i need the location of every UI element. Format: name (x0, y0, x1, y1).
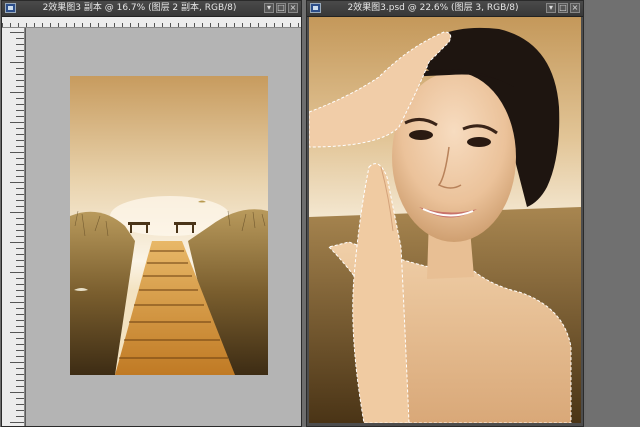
ruler-tick (16, 308, 24, 309)
ruler-tick (10, 242, 24, 243)
ruler-tick (10, 62, 24, 63)
ruler-tick (10, 182, 24, 183)
ruler-tick (16, 104, 24, 105)
ruler-tick (16, 338, 24, 339)
ruler-tick (16, 404, 24, 405)
ruler-tick (10, 332, 24, 333)
close-button[interactable]: × (288, 3, 298, 13)
canvas-area[interactable] (26, 28, 301, 426)
ruler-tick (16, 254, 24, 255)
ruler-tick (16, 188, 24, 189)
horizontal-ruler[interactable] (2, 17, 301, 28)
ruler-tick (16, 350, 24, 351)
minimize-button[interactable]: ▾ (546, 3, 556, 13)
ruler-tick (10, 392, 24, 393)
ruler-tick (10, 32, 24, 33)
ruler-tick (16, 218, 24, 219)
title-bar[interactable]: 2效果图3 副本 @ 16.7% (图层 2 副本, RGB/8) ▾ □ × (2, 1, 301, 17)
ruler-tick (16, 314, 24, 315)
ruler-tick (16, 344, 24, 345)
ruler-tick (16, 380, 24, 381)
ruler-tick (16, 278, 24, 279)
ruler-tick (16, 374, 24, 375)
ruler-tick (10, 422, 24, 423)
ruler-tick (16, 80, 24, 81)
window-title: 2效果图3 副本 @ 16.7% (图层 2 副本, RGB/8) (42, 3, 237, 13)
ruler-tick (16, 164, 24, 165)
ruler-tick (16, 224, 24, 225)
title-bar[interactable]: 2效果图3.psd @ 22.6% (图层 3, RGB/8) ▾ □ × (307, 1, 583, 17)
ruler-tick (16, 50, 24, 51)
ruler-tick (16, 410, 24, 411)
ruler-tick (16, 200, 24, 201)
ruler-tick (16, 158, 24, 159)
ruler-tick (16, 386, 24, 387)
ruler-tick (10, 362, 24, 363)
ruler-tick (16, 236, 24, 237)
ruler-tick (16, 86, 24, 87)
ruler-tick (16, 170, 24, 171)
maximize-button[interactable]: □ (276, 3, 286, 13)
document-window-left[interactable]: 2效果图3 副本 @ 16.7% (图层 2 副本, RGB/8) ▾ □ × (1, 0, 302, 427)
ruler-tick (10, 302, 24, 303)
ruler-tick (16, 206, 24, 207)
ruler-tick (16, 44, 24, 45)
ruler-tick (16, 230, 24, 231)
photoshop-doc-icon (5, 3, 16, 13)
ruler-tick (16, 146, 24, 147)
ruler-tick (16, 248, 24, 249)
ruler-tick (16, 266, 24, 267)
maximize-button[interactable]: □ (558, 3, 568, 13)
ruler-tick (16, 416, 24, 417)
ruler-tick (10, 92, 24, 93)
ruler-tick (16, 260, 24, 261)
ruler-tick (16, 116, 24, 117)
ruler-tick (16, 398, 24, 399)
ruler-tick (16, 74, 24, 75)
canvas-area[interactable] (307, 17, 583, 426)
ruler-tick (16, 296, 24, 297)
ruler-tick (16, 134, 24, 135)
ruler-tick (10, 152, 24, 153)
ruler-tick (16, 128, 24, 129)
ruler-tick (16, 290, 24, 291)
photoshop-doc-icon (310, 3, 321, 13)
ruler-tick (16, 320, 24, 321)
boardwalk-photo[interactable] (70, 76, 268, 375)
vertical-ruler[interactable] (2, 28, 25, 426)
ruler-tick (16, 284, 24, 285)
ruler-tick (16, 56, 24, 57)
window-controls: ▾ □ × (264, 3, 298, 13)
ruler-tick (10, 212, 24, 213)
ruler-tick (16, 176, 24, 177)
ruler-tick (16, 194, 24, 195)
workspace-background (586, 0, 640, 427)
ruler-tick (16, 368, 24, 369)
portrait-photo[interactable] (309, 17, 581, 423)
window-title: 2效果图3.psd @ 22.6% (图层 3, RGB/8) (347, 3, 519, 13)
ruler-tick (16, 140, 24, 141)
minimize-button[interactable]: ▾ (264, 3, 274, 13)
ruler-tick (16, 110, 24, 111)
ruler-tick (16, 38, 24, 39)
ruler-tick (16, 326, 24, 327)
ruler-tick (10, 122, 24, 123)
ruler-tick (16, 356, 24, 357)
document-window-right[interactable]: 2效果图3.psd @ 22.6% (图层 3, RGB/8) ▾ □ × (306, 0, 584, 427)
ruler-tick (10, 272, 24, 273)
window-controls: ▾ □ × (546, 3, 580, 13)
ruler-tick (16, 98, 24, 99)
close-button[interactable]: × (570, 3, 580, 13)
ruler-tick (16, 68, 24, 69)
